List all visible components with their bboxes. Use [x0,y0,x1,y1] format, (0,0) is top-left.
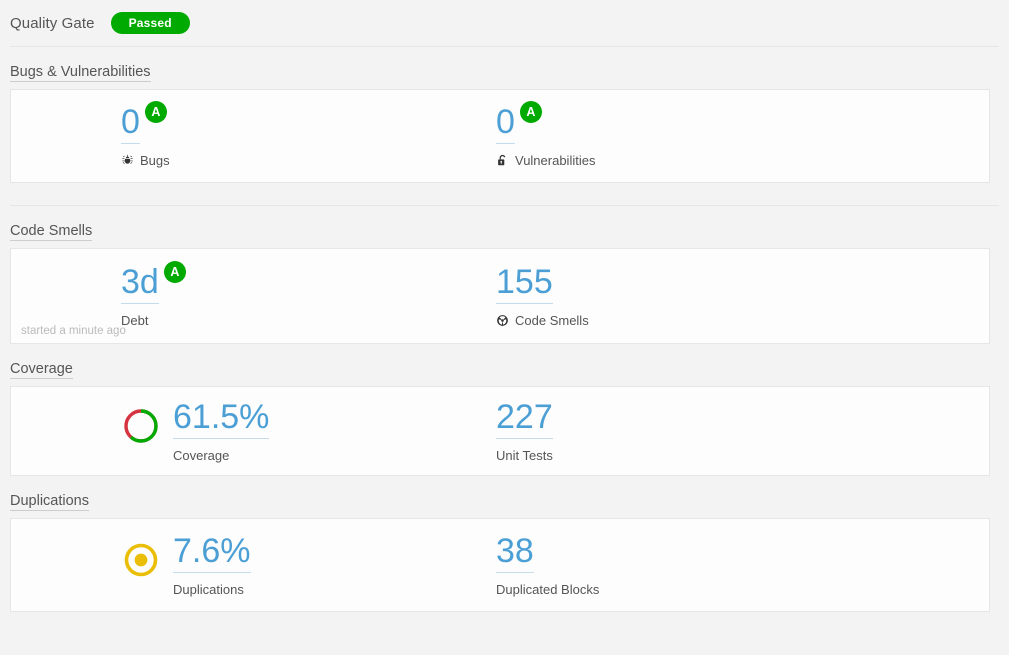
unit-tests-metric-label[interactable]: Unit Tests [496,448,553,463]
measure-debt: 3d A Debt [121,260,496,328]
measures-bugs: 0 A Bugs 0 A Vulnerabilities [11,90,989,182]
measures-coverage: 61.5% Coverage 227 Unit Tests [11,387,989,475]
bug-icon [121,154,134,167]
card-code-smells: 3d A Debt 155 Code Smells started a minu… [10,248,990,344]
measure-duplications: 7.6% Duplications [121,534,496,597]
section-title-coverage[interactable]: Coverage [10,361,73,379]
coverage-donut [121,406,161,446]
measure-body-debt: 3d A Debt [121,260,186,328]
section-duplications: Duplications 7.6% Duplications 38 Duplic… [0,476,1009,612]
duplications-metric-label[interactable]: Duplications [173,582,251,597]
measure-body-code-smells: 155 Code Smells [496,265,589,328]
measure-coverage: 61.5% Coverage [121,400,496,463]
measure-bugs: 0 A Bugs [121,100,496,168]
quality-gate-status-badge[interactable]: Passed [110,12,190,34]
measure-code-smells: 155 Code Smells [496,265,871,328]
value-line-vulnerabilities: 0 A [496,100,595,144]
section-title-code-smells[interactable]: Code Smells [10,223,93,241]
value-line-duplications: 7.6% [173,534,251,573]
code-smells-value[interactable]: 155 [496,265,553,304]
unit-tests-value[interactable]: 227 [496,400,553,439]
section-code-smells: Code Smells 3d A Debt 155 Code Smells st… [0,206,1009,344]
measure-body-unit-tests: 227 Unit Tests [496,400,553,463]
duplicated-blocks-value[interactable]: 38 [496,534,534,573]
unit-tests-label-text: Unit Tests [496,447,553,463]
open-lock-icon [496,154,509,167]
duplicated-blocks-label-text: Duplicated Blocks [496,581,600,597]
card-coverage: 61.5% Coverage 227 Unit Tests [10,386,990,476]
vulnerabilities-metric-label[interactable]: Vulnerabilities [496,153,595,168]
duplications-indicator [121,540,161,580]
vulnerabilities-rating-badge[interactable]: A [519,100,542,123]
code-smells-label-text: Code Smells [515,312,589,328]
value-line-coverage: 61.5% [173,400,270,439]
code-smells-metric-label[interactable]: Code Smells [496,313,589,328]
code-smell-icon [496,314,509,327]
section-title-duplications[interactable]: Duplications [10,493,89,511]
duplications-label-text: Duplications [173,581,244,597]
bugs-label-text: Bugs [140,152,170,168]
analysis-footnote: started a minute ago [21,325,126,337]
value-line-bugs: 0 A [121,100,170,144]
bugs-metric-label[interactable]: Bugs [121,153,170,168]
debt-value[interactable]: 3d [121,265,159,304]
section-title-bugs-vulnerabilities[interactable]: Bugs & Vulnerabilities [10,64,151,82]
measure-body-duplications: 7.6% Duplications [173,534,251,597]
section-coverage: Coverage 61.5% Coverage 227 Unit Tests [0,344,1009,476]
card-bugs-vulnerabilities: 0 A Bugs 0 A Vulnerabilities [10,89,990,183]
coverage-value[interactable]: 61.5% [173,400,270,439]
debt-rating-badge[interactable]: A [163,260,186,283]
coverage-metric-label[interactable]: Coverage [173,448,269,463]
value-line-unit-tests: 227 [496,400,553,439]
section-bugs-vulnerabilities: Bugs & Vulnerabilities 0 A Bugs 0 A Vuln… [0,47,1009,183]
debt-metric-label[interactable]: Debt [121,313,186,328]
value-line-code-smells: 155 [496,265,589,304]
measures-duplications: 7.6% Duplications 38 Duplicated Blocks [11,519,989,611]
measure-duplicated-blocks: 38 Duplicated Blocks [496,534,871,597]
bugs-rating-badge[interactable]: A [144,100,167,123]
duplicated-blocks-metric-label[interactable]: Duplicated Blocks [496,582,599,597]
quality-gate-row: Quality Gate Passed [0,0,1009,38]
measure-unit-tests: 227 Unit Tests [496,400,871,463]
measure-body-bugs: 0 A Bugs [121,100,170,168]
quality-gate-label: Quality Gate [10,14,95,32]
coverage-label-text: Coverage [173,447,230,463]
vulnerabilities-label-text: Vulnerabilities [515,152,596,168]
value-line-duplicated-blocks: 38 [496,534,599,573]
measure-body-duplicated-blocks: 38 Duplicated Blocks [496,534,599,597]
bugs-value[interactable]: 0 [121,105,140,144]
vulnerabilities-value[interactable]: 0 [496,105,515,144]
measure-body-coverage: 61.5% Coverage [173,400,270,463]
value-line-debt: 3d A [121,260,186,304]
overview-page: Quality Gate Passed Bugs & Vulnerabiliti… [0,0,1009,655]
measure-body-vulnerabilities: 0 A Vulnerabilities [496,100,595,168]
measure-vulnerabilities: 0 A Vulnerabilities [496,100,871,168]
card-duplications: 7.6% Duplications 38 Duplicated Blocks [10,518,990,612]
measures-code-smells: 3d A Debt 155 Code Smells [11,249,989,343]
duplications-value[interactable]: 7.6% [173,534,251,573]
